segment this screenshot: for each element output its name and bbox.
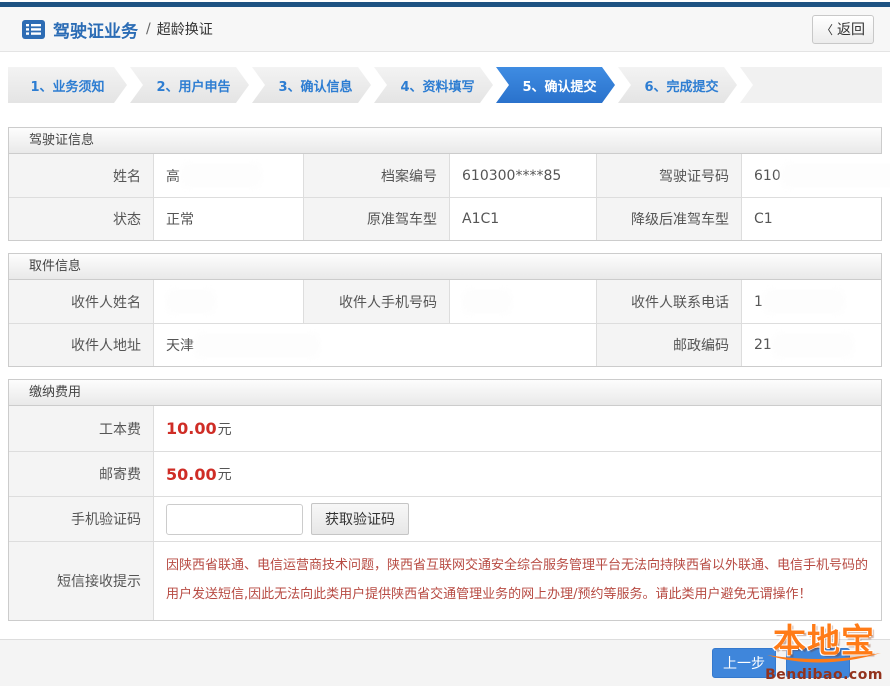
- fee-label-card: 工本费: [9, 406, 153, 451]
- redaction-blur: [767, 293, 841, 310]
- back-chevron-icon: 〈: [821, 21, 833, 38]
- fee-amount-postage: 50.00: [166, 465, 217, 484]
- table-row: 姓名 高 档案编号 610300****85 驾驶证号码 610: [9, 154, 881, 197]
- field-value-downgraded-class: C1: [741, 198, 881, 240]
- field-label-recipient-phone: 收件人联系电话: [596, 280, 741, 323]
- license-info-section: 驾驶证信息 姓名 高 档案编号 610300****85 驾驶证号码 610 状…: [8, 127, 882, 241]
- page-title: 驾驶证业务: [53, 17, 138, 42]
- redaction-blur: [785, 167, 890, 184]
- redaction-blur: [198, 337, 316, 354]
- field-value-original-class: A1C1: [449, 198, 596, 240]
- field-label-original-class: 原准驾车型: [303, 198, 449, 240]
- field-label-archive-no: 档案编号: [303, 154, 449, 197]
- tab-step-4[interactable]: 4、资料填写: [374, 67, 493, 103]
- watermark-domain-text: Bendibao.com: [758, 667, 890, 683]
- redaction-blur: [776, 337, 850, 354]
- field-label-postcode: 邮政编码: [596, 324, 741, 366]
- field-label-status: 状态: [9, 198, 153, 240]
- fee-row-postage: 邮寄费 50.00 元: [9, 451, 881, 496]
- step-tabs: 1、业务须知 2、用户申告 3、确认信息 4、资料填写 5、确认提交 6、完成提…: [8, 67, 882, 103]
- fee-amount-card: 10.00: [166, 419, 217, 438]
- fee-value-postage: 50.00 元: [153, 452, 881, 496]
- field-label-recipient-address: 收件人地址: [9, 324, 153, 366]
- field-label-downgraded-class: 降级后准驾车型: [596, 198, 741, 240]
- redaction-blur: [170, 293, 212, 310]
- field-value-recipient-phone: 1: [741, 280, 881, 323]
- redaction-blur: [466, 293, 508, 310]
- field-value-archive-no: 610300****85: [449, 154, 596, 197]
- tab-step-2[interactable]: 2、用户申告: [130, 67, 249, 103]
- back-button[interactable]: 〈 返回: [812, 15, 874, 44]
- fee-unit-postage: 元: [218, 464, 232, 484]
- bendibao-watermark: 本地宝 Bendibao.com: [758, 624, 890, 683]
- field-value-license-no: 610: [741, 154, 890, 197]
- fee-value-card: 10.00 元: [153, 406, 881, 451]
- fee-label-postage: 邮寄费: [9, 452, 153, 496]
- back-button-label: 返回: [837, 19, 865, 39]
- sms-notice-text: 因陕西省联通、电信运营商技术问题，陕西省互联网交通安全综合服务管理平台无法向持陕…: [154, 544, 881, 617]
- fee-unit-card: 元: [218, 419, 232, 439]
- tab-step-6[interactable]: 6、完成提交: [618, 67, 737, 103]
- field-value-postcode: 21: [741, 324, 881, 366]
- breadcrumb-separator: /: [146, 21, 151, 37]
- field-label-license-no: 驾驶证号码: [596, 154, 741, 197]
- fee-row-card-fee: 工本费 10.00 元: [9, 406, 881, 451]
- tab-step-5-active[interactable]: 5、确认提交: [496, 67, 615, 103]
- license-section-title: 驾驶证信息: [9, 128, 881, 154]
- fees-section: 缴纳费用 工本费 10.00 元 邮寄费 50.00 元 手机验证码 获取验证码…: [8, 379, 882, 621]
- field-value-status: 正常: [153, 198, 303, 240]
- field-value-recipient-address: 天津: [153, 324, 596, 366]
- field-label-recipient-name: 收件人姓名: [9, 280, 153, 323]
- footer-action-bar: 上一步: [0, 639, 890, 686]
- captcha-field-area: 获取验证码: [153, 497, 881, 541]
- field-value-recipient-mobile: [449, 280, 596, 323]
- field-value-recipient-name: [153, 280, 303, 323]
- tab-step-1[interactable]: 1、业务须知: [8, 67, 127, 103]
- pickup-info-section: 取件信息 收件人姓名 收件人手机号码 收件人联系电话 1 收件人地址 天津 邮政…: [8, 253, 882, 367]
- get-sms-code-button[interactable]: 获取验证码: [311, 503, 409, 535]
- sms-notice-label: 短信接收提示: [9, 542, 153, 620]
- page-header: 驾驶证业务 / 超龄换证 〈 返回: [0, 7, 890, 52]
- fees-section-title: 缴纳费用: [9, 380, 881, 406]
- table-row: 收件人姓名 收件人手机号码 收件人联系电话 1: [9, 280, 881, 323]
- sms-code-input[interactable]: [166, 504, 303, 535]
- field-label-name: 姓名: [9, 154, 153, 197]
- license-business-icon: [22, 20, 45, 39]
- sms-notice-row: 短信接收提示 因陕西省联通、电信运营商技术问题，陕西省互联网交通安全综合服务管理…: [9, 541, 881, 620]
- sms-notice-cell: 因陕西省联通、电信运营商技术问题，陕西省互联网交通安全综合服务管理平台无法向持陕…: [153, 542, 881, 620]
- captcha-row: 手机验证码 获取验证码: [9, 496, 881, 541]
- field-label-recipient-mobile: 收件人手机号码: [303, 280, 449, 323]
- pickup-section-title: 取件信息: [9, 254, 881, 280]
- tab-step-3[interactable]: 3、确认信息: [252, 67, 371, 103]
- tab-strip-filler: [740, 67, 882, 103]
- table-row: 状态 正常 原准驾车型 A1C1 降级后准驾车型 C1: [9, 197, 881, 240]
- captcha-label: 手机验证码: [9, 497, 153, 541]
- breadcrumb-current: 超龄换证: [157, 19, 213, 39]
- field-value-name: 高: [153, 154, 303, 197]
- table-row: 收件人地址 天津 邮政编码 21: [9, 323, 881, 366]
- watermark-logo-text: 本地宝: [758, 624, 890, 657]
- redaction-blur: [184, 167, 258, 184]
